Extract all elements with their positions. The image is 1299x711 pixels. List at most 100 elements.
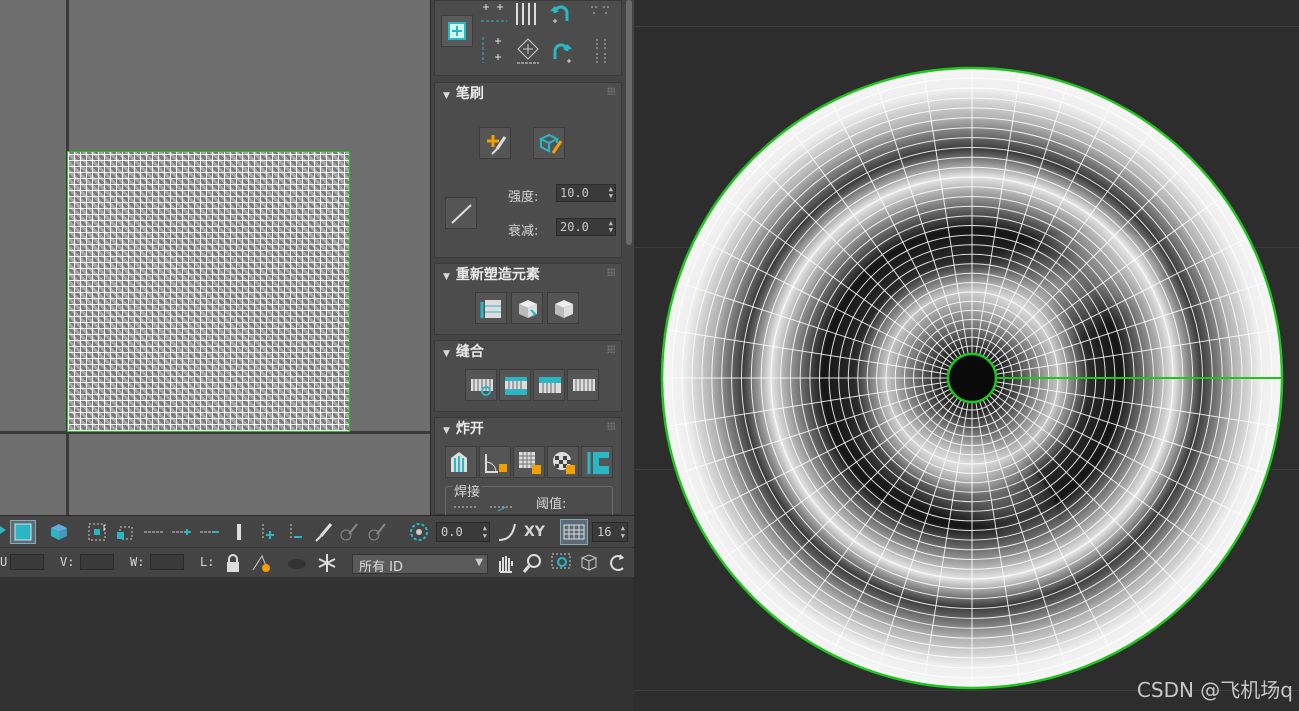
rollout-arrange	[434, 0, 622, 76]
relax-button[interactable]	[547, 292, 579, 324]
vertex-mode-icon[interactable]	[0, 520, 8, 542]
split-by-angle-button[interactable]	[479, 446, 511, 478]
zoom-extents-icon[interactable]	[578, 552, 600, 574]
rotate-ccw-icon[interactable]	[547, 1, 575, 27]
rollout-brush: ▼ 笔刷 强度: 10.0 ▲ ▼ 衰减: 20.0 ▲ ▼	[434, 82, 622, 258]
zoom-icon[interactable]	[522, 552, 544, 574]
face-mode-button[interactable]	[10, 520, 36, 544]
space-vertical-icon[interactable]	[479, 35, 509, 67]
stack-icon[interactable]	[513, 35, 543, 67]
paint-select-grow-icon[interactable]	[338, 521, 360, 543]
grid-snap-icon	[563, 524, 585, 540]
stitch-to-target-button[interactable]	[499, 369, 531, 401]
lock-icon[interactable]	[222, 552, 244, 574]
grid-snap-button[interactable]	[560, 519, 588, 545]
u-label: U	[0, 555, 8, 569]
relax-icon	[555, 300, 573, 318]
threshold-label: 阈值:	[536, 497, 567, 512]
loop-select-icon[interactable]	[228, 521, 250, 543]
uv-checker-tile[interactable]	[67, 151, 350, 432]
spinner-arrows-icon[interactable]: ▲ ▼	[609, 186, 613, 200]
stitch-average-icon	[573, 379, 595, 391]
u-field[interactable]	[10, 554, 44, 570]
rollout-reshape-title: 重新塑造元素	[455, 267, 540, 283]
textured-disc-mesh[interactable]	[660, 66, 1284, 690]
align-horizontal-icon[interactable]	[479, 1, 509, 27]
rollout-explode-header[interactable]: ▼ 炸开	[435, 418, 621, 440]
xy-toggle[interactable]: XY	[524, 524, 545, 540]
ring-select-icon[interactable]	[142, 521, 166, 543]
paint-relax-button[interactable]	[533, 127, 565, 159]
spinner-arrows-icon[interactable]: ▲ ▼	[483, 524, 487, 540]
stitch-custom-button[interactable]	[465, 369, 497, 401]
freeze-snowflake-icon[interactable]	[316, 552, 338, 574]
split-by-polygons-button[interactable]	[513, 446, 545, 478]
ring-grow-icon[interactable]	[170, 521, 194, 543]
spinner-arrows-icon[interactable]: ▲ ▼	[609, 220, 613, 234]
split-by-smoothing-button[interactable]	[547, 446, 579, 478]
curve-icon[interactable]	[496, 521, 518, 543]
flip-horizontal-icon[interactable]	[585, 1, 617, 27]
falloff-value: 20.0	[560, 220, 589, 234]
falloff-spinner[interactable]: 20.0 ▲ ▼	[556, 218, 616, 236]
pack-icon	[448, 22, 466, 40]
watermark-text: CSDN @飞机场q	[1136, 678, 1293, 702]
relax-until-flat-button[interactable]	[511, 292, 543, 324]
checker-icon	[553, 452, 575, 474]
strength-spinner[interactable]: 10.0 ▲ ▼	[556, 184, 616, 202]
rotate-view-icon[interactable]	[606, 552, 628, 574]
grip-icon[interactable]	[607, 268, 615, 276]
break-button[interactable]	[445, 446, 477, 478]
loop-grow-icon[interactable]	[256, 521, 278, 543]
rollout-stitch: ▼ 缝合	[434, 340, 622, 412]
chevron-down-icon: ▼	[475, 557, 483, 568]
v-field[interactable]	[80, 554, 114, 570]
rotate-cw-icon[interactable]	[547, 35, 575, 67]
hide-eye-icon[interactable]	[286, 552, 308, 574]
select-by-element-icon[interactable]	[86, 521, 108, 543]
panel-scrollbar[interactable]	[626, 0, 632, 245]
grip-icon[interactable]	[607, 87, 615, 95]
paint-select-shrink-icon[interactable]	[366, 521, 388, 543]
rollout-brush-header[interactable]: ▼ 笔刷	[435, 83, 621, 105]
split-by-material-button[interactable]	[581, 446, 613, 478]
grip-icon[interactable]	[607, 422, 615, 430]
loop-shrink-icon[interactable]	[284, 521, 306, 543]
rollout-reshape-header[interactable]: ▼ 重新塑造元素	[435, 264, 621, 286]
grow-selection-icon[interactable]	[114, 521, 136, 543]
rotate-angle-value: 0.0	[441, 525, 463, 539]
ring-shrink-icon[interactable]	[198, 521, 222, 543]
weld-label: 焊接	[452, 481, 483, 500]
flip-vertical-icon[interactable]	[585, 35, 617, 67]
align-vertical-icon[interactable]	[513, 1, 541, 27]
brush-falloff-type-button[interactable]	[445, 197, 477, 229]
uv-toolbar-bottom: U V: W: L: 所有 ID ▼	[0, 547, 634, 577]
hide-show-icon[interactable]	[250, 552, 272, 574]
paint-select-icon[interactable]	[312, 521, 334, 543]
falloff-line-icon	[451, 204, 472, 224]
zoom-region-icon[interactable]	[550, 552, 572, 574]
uv-editor-viewport[interactable]	[0, 0, 430, 515]
rollout-stitch-title: 缝合	[455, 344, 484, 360]
rollout-stitch-header[interactable]: ▼ 缝合	[435, 341, 621, 363]
grip-icon[interactable]	[607, 345, 615, 353]
stitch-to-source-button[interactable]	[533, 369, 565, 401]
rollout-brush-title: 笔刷	[455, 86, 484, 102]
spinner-arrows-icon[interactable]: ▲ ▼	[621, 524, 625, 540]
rotate-angle-spinner[interactable]: 0.0 ▲ ▼	[436, 522, 490, 542]
weld-icons[interactable]	[450, 501, 520, 515]
id-filter-dropdown[interactable]: 所有 ID ▼	[352, 554, 488, 575]
stitch-average-button[interactable]	[567, 369, 599, 401]
element-mode-icon[interactable]	[48, 521, 70, 543]
perspective-viewport[interactable]: CSDN @飞机场q	[634, 0, 1299, 711]
grid-line	[634, 26, 1299, 27]
rotate-snap-icon[interactable]	[408, 521, 430, 543]
paint-move-button[interactable]	[479, 127, 511, 159]
w-field[interactable]	[150, 554, 184, 570]
rollout-explode: ▼ 炸开 焊接 阈值:	[434, 417, 622, 516]
break-icon	[451, 452, 467, 472]
grid-size-spinner[interactable]: 16 ▲ ▼	[592, 522, 628, 542]
pan-hand-icon[interactable]	[494, 552, 516, 574]
pack-button[interactable]	[441, 15, 473, 47]
straighten-selection-button[interactable]	[475, 292, 507, 324]
